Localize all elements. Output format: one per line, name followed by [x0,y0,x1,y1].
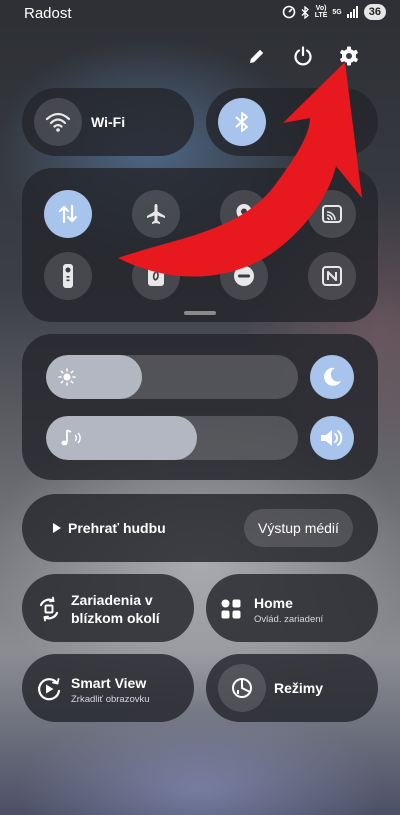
data-saver-icon [282,5,296,19]
wifi-toggle[interactable]: Wi-Fi [22,88,194,156]
nearby-devices-label: Zariadenia v blízkom okolí [71,592,160,626]
smart-view-tile[interactable]: Smart View Zrkadliť obrazovku [22,654,194,722]
moon-icon [324,367,341,386]
brightness-icon [58,355,76,399]
edit-icon[interactable] [244,43,270,69]
airplane-icon[interactable] [132,190,180,238]
modes-label: Režimy [274,680,324,696]
status-bar: Radost Vo) LTE 5G 36 [0,0,400,26]
signal-icon [346,6,358,18]
bluetooth-toggle[interactable] [206,88,378,156]
brightness-slider[interactable] [46,355,298,399]
sound-mode-button[interactable] [310,416,354,460]
speaker-icon [321,430,343,446]
home-label: Home [254,595,293,611]
smart-view-sublabel: Zrkadliť obrazovku [71,694,150,705]
modes-icon [218,664,266,712]
mobile-data-icon[interactable] [44,190,92,238]
home-sublabel: Ovlád. zariadení [254,614,324,625]
wifi-icon [34,98,82,146]
play-music-label: Prehrať hudbu [68,520,166,536]
bluetooth-status-icon [301,5,309,19]
smart-view-label: Smart View [71,675,147,691]
smart-view-icon [36,676,62,707]
volte-label: Vo) LTE [314,5,328,19]
status-icons: Vo) LTE 5G 36 [282,4,386,20]
home-tile[interactable]: Home Ovlád. zariadení [206,574,378,642]
do-not-disturb-icon[interactable] [220,252,268,300]
play-music-button[interactable]: Prehrať hudbu [52,520,166,536]
home-devices-icon [220,598,242,625]
power-icon[interactable] [290,43,316,69]
media-output-label: Výstup médií [258,520,339,536]
dark-mode-button[interactable] [310,355,354,399]
expand-handle[interactable] [184,311,216,315]
cast-icon[interactable] [308,190,356,238]
music-note-icon [58,416,88,460]
battery-indicator: 36 [363,4,386,20]
volume-slider[interactable] [46,416,298,460]
wifi-label: Wi-Fi [91,114,126,130]
media-output-button[interactable]: Výstup médií [244,509,353,547]
nearby-devices-icon [36,596,62,627]
nearby-devices-tile[interactable]: Zariadenia v blízkom okolí [22,574,194,642]
modes-tile[interactable]: Režimy [206,654,378,722]
network-type-label: 5G [332,8,342,16]
power-saving-icon[interactable] [132,252,180,300]
bluetooth-icon [218,98,266,146]
location-icon[interactable] [220,190,268,238]
media-panel: Prehrať hudbu Výstup médií [22,494,378,562]
remote-icon[interactable] [44,252,92,300]
nfc-icon[interactable] [308,252,356,300]
settings-icon[interactable] [336,43,362,69]
play-icon [53,523,61,533]
carrier-name: Radost [24,5,72,22]
